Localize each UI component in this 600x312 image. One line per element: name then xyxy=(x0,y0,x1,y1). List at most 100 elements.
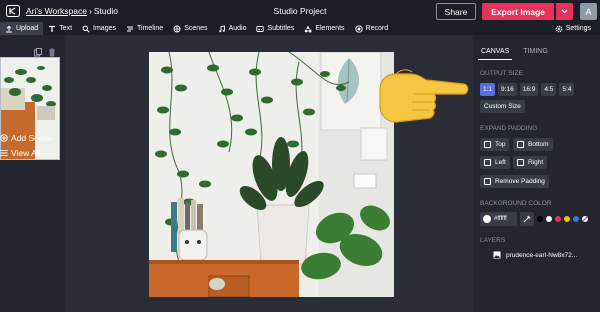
tool-label: Text xyxy=(59,25,73,32)
properties-tabs: CANVAS TIMING xyxy=(478,46,551,60)
tool-upload[interactable]: Upload xyxy=(0,22,44,35)
background-color-heading: BACKGROUND COLOR xyxy=(480,200,552,207)
tool-text[interactable]: Text xyxy=(43,22,77,35)
tool-elements[interactable]: Elements xyxy=(299,22,349,35)
main-toolbar: Upload Text Images Timeline Scenes Audio… xyxy=(0,22,600,35)
padding-top-label: Top xyxy=(495,141,506,148)
upload-icon xyxy=(6,25,12,32)
elements-icon xyxy=(305,25,312,32)
swatch-yellow[interactable] xyxy=(564,216,570,222)
search-icon xyxy=(82,25,90,33)
tool-images[interactable]: Images xyxy=(77,22,121,35)
pointing-hand-icon xyxy=(379,69,469,123)
swatch-none[interactable] xyxy=(582,216,588,222)
swatch-white[interactable] xyxy=(546,216,552,222)
padding-left-toggle[interactable]: Left xyxy=(480,156,510,169)
tool-label: Timeline xyxy=(137,25,164,32)
app-logo-icon[interactable] xyxy=(5,4,21,18)
text-icon xyxy=(49,25,56,32)
checkbox-icon xyxy=(517,141,524,148)
share-button[interactable]: Share xyxy=(436,3,476,20)
checkbox-icon xyxy=(484,159,491,166)
view-all-label: View All xyxy=(11,148,41,158)
scene-thumbnail-image xyxy=(1,58,59,159)
tool-label: Scenes xyxy=(184,25,208,32)
ratio-4-5-button[interactable]: 4:5 xyxy=(541,83,557,96)
remove-padding-button[interactable]: Remove Padding xyxy=(480,175,549,188)
ratio-16-9-button[interactable]: 16:9 xyxy=(519,83,539,96)
ratio-9-16-button[interactable]: 9:16 xyxy=(498,83,517,96)
tool-audio[interactable]: Audio xyxy=(213,22,252,35)
export-image-button[interactable]: Export Image xyxy=(482,3,554,20)
scenes-panel: Add Scene View All xyxy=(0,35,65,312)
trash-icon[interactable] xyxy=(48,48,56,57)
output-size-heading: OUTPUT SIZE xyxy=(480,70,523,77)
image-icon xyxy=(493,251,501,259)
layer-item[interactable]: prudence-earl-Nw8x72... xyxy=(493,251,577,259)
padding-right-toggle[interactable]: Right xyxy=(513,156,548,169)
remove-padding-label: Remove Padding xyxy=(495,178,545,185)
checkbox-icon xyxy=(484,178,491,185)
tool-scenes[interactable]: Scenes xyxy=(168,22,212,35)
subtitles-icon xyxy=(256,25,265,32)
chevron-down-icon xyxy=(561,9,568,14)
expand-padding-heading: EXPAND PADDING xyxy=(480,125,538,132)
no-color-icon xyxy=(582,216,588,222)
tool-label: Record xyxy=(365,25,389,32)
settings-button[interactable]: Settings xyxy=(550,22,596,35)
swatch-blue[interactable] xyxy=(573,216,579,222)
tool-subtitles[interactable]: Subtitles xyxy=(251,22,299,35)
tool-label: Elements xyxy=(315,25,345,32)
ratio-options: 1:1 9:16 16:9 4:5 5:4 xyxy=(480,83,575,96)
workspace-link[interactable]: Ari's Workspace xyxy=(26,6,87,16)
list-icon xyxy=(0,150,8,156)
custom-size-button[interactable]: Custom Size xyxy=(480,100,525,113)
view-all-button[interactable]: View All xyxy=(0,148,41,158)
ratio-5-4-button[interactable]: 5:4 xyxy=(559,83,575,96)
eyedropper-button[interactable] xyxy=(520,212,534,226)
tool-label: Images xyxy=(93,25,116,32)
padding-bottom-toggle[interactable]: Bottom xyxy=(513,138,553,151)
breadcrumb: Ari's Workspace › Studio xyxy=(26,6,118,16)
settings-label: Settings xyxy=(565,25,591,32)
swatch-red[interactable] xyxy=(555,216,561,222)
eyedropper-icon xyxy=(523,215,531,223)
export-options-button[interactable] xyxy=(556,3,573,20)
padding-right-label: Right xyxy=(528,159,544,166)
top-bar: Ari's Workspace › Studio Studio Project … xyxy=(0,0,600,22)
add-scene-button[interactable]: Add Scene xyxy=(0,133,53,143)
checkbox-icon xyxy=(484,141,491,148)
scenes-icon xyxy=(173,25,181,32)
layers-heading: LAYERS xyxy=(480,237,506,244)
swatch-black[interactable] xyxy=(537,216,543,222)
tab-canvas[interactable]: CANVAS xyxy=(478,46,513,60)
padding-left-label: Left xyxy=(495,159,506,166)
preset-swatches xyxy=(537,216,588,222)
breadcrumb-separator: › xyxy=(88,6,92,16)
padding-top-toggle[interactable]: Top xyxy=(480,138,510,151)
checkbox-icon xyxy=(517,159,524,166)
background-hex-value: #ffffff xyxy=(494,216,507,222)
tool-label: Subtitles xyxy=(267,25,295,32)
tool-label: Upload xyxy=(16,25,39,32)
canvas-image[interactable] xyxy=(149,52,394,297)
background-color-field[interactable]: #ffffff xyxy=(480,212,517,226)
gear-icon xyxy=(555,25,563,32)
avatar[interactable]: A xyxy=(580,3,597,20)
scene-thumbnail[interactable] xyxy=(0,57,60,160)
timeline-icon xyxy=(127,26,133,31)
tool-record[interactable]: Record xyxy=(350,22,394,35)
padding-bottom-label: Bottom xyxy=(528,141,549,148)
studio-app: Ari's Workspace › Studio Studio Project … xyxy=(0,0,600,312)
scene-actions xyxy=(34,48,56,57)
ratio-1-1-button[interactable]: 1:1 xyxy=(480,83,496,96)
record-icon xyxy=(354,24,363,33)
add-scene-label: Add Scene xyxy=(11,133,53,143)
tool-label: Audio xyxy=(228,25,247,32)
tab-timing[interactable]: TIMING xyxy=(520,46,551,60)
plus-circle-icon xyxy=(0,134,8,142)
duplicate-icon[interactable] xyxy=(34,48,42,57)
tool-timeline[interactable]: Timeline xyxy=(121,22,168,35)
plant-photo xyxy=(149,52,394,297)
layer-name: prudence-earl-Nw8x72... xyxy=(506,251,578,259)
